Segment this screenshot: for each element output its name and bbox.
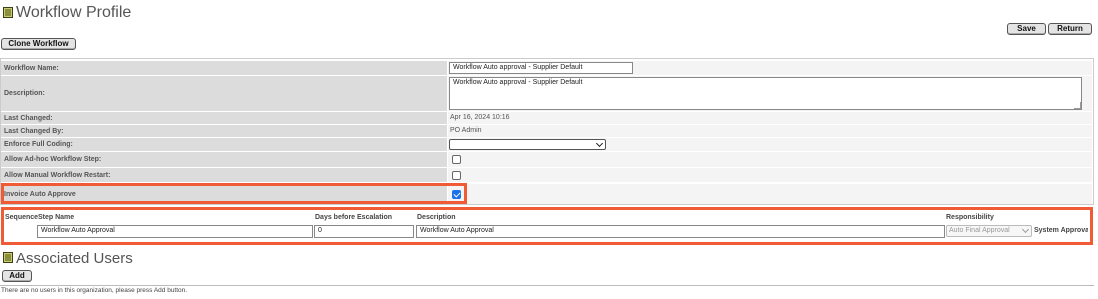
allow-restart-cell (448, 168, 1092, 182)
enforce-full-coding-select[interactable] (449, 139, 606, 150)
allow-restart-checkbox[interactable] (452, 171, 461, 180)
save-button[interactable]: Save (1007, 23, 1046, 35)
clone-workflow-button[interactable]: Clone Workflow (1, 38, 76, 50)
highlight-box (1, 207, 1093, 245)
last-changed-by-cell (448, 125, 1092, 137)
description-textarea[interactable]: Workflow Auto approval - Supplier Defaul… (449, 77, 1082, 110)
associated-users-title: Associated Users (16, 250, 133, 267)
chevron-down-icon (595, 139, 604, 148)
return-button[interactable]: Return (1048, 23, 1092, 35)
highlight-box (1, 183, 467, 204)
allow-adhoc-label: Allow Ad-hoc Workflow Step: (1, 152, 447, 167)
allow-restart-label: Allow Manual Workflow Restart: (1, 168, 447, 182)
enforce-full-coding-label: Enforce Full Coding: (1, 138, 447, 151)
last-changed-by-value: PO Admin (450, 127, 482, 134)
invoice-auto-approve-cell (448, 184, 1092, 204)
section-icon (3, 252, 13, 263)
last-changed-label: Last Changed: (1, 112, 447, 124)
allow-adhoc-cell (448, 152, 1092, 167)
last-changed-cell (448, 112, 1092, 124)
section-icon (3, 7, 13, 18)
allow-adhoc-checkbox[interactable] (452, 155, 461, 164)
workflow-name-label: Workflow Name: (1, 61, 447, 75)
last-changed-value: Apr 16, 2024 10:16 (450, 114, 510, 121)
workflow-name-input[interactable]: Workflow Auto approval - Supplier Defaul… (449, 62, 633, 74)
add-user-button[interactable]: Add (2, 270, 32, 282)
page-title: Workflow Profile (16, 4, 132, 21)
empty-users-message: There are no users in this organization,… (1, 287, 188, 294)
last-changed-by-label: Last Changed By: (1, 125, 447, 137)
resize-handle-icon[interactable] (1074, 102, 1081, 109)
divider (0, 285, 1094, 286)
description-label: Description: (1, 76, 447, 111)
